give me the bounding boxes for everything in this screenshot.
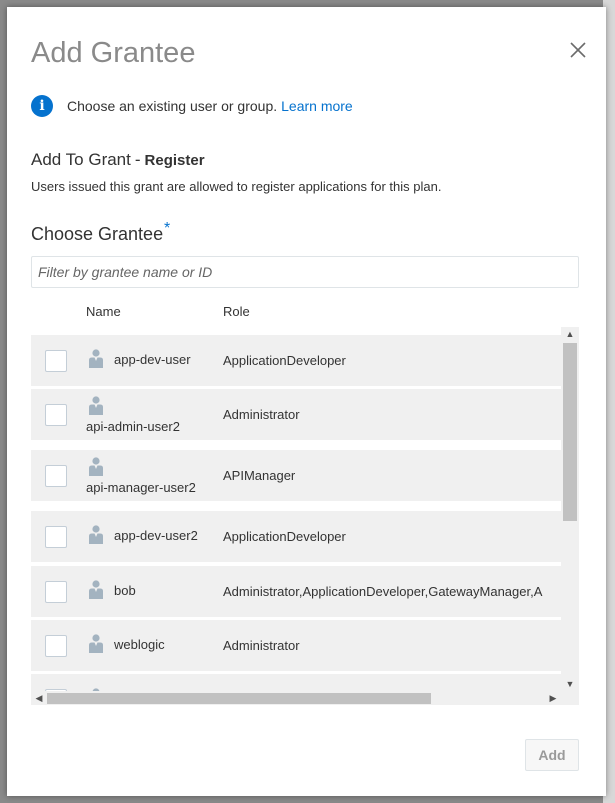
table-row[interactable]: weblogic Administrator: [31, 620, 561, 671]
grant-dash: -: [134, 150, 141, 169]
grantee-role: APIManager: [223, 468, 296, 483]
scroll-down-icon[interactable]: ▼: [561, 677, 579, 691]
user-icon: [88, 396, 104, 415]
user-icon: [88, 634, 104, 653]
close-icon[interactable]: [568, 40, 588, 60]
column-header-name: Name: [86, 304, 121, 319]
grantee-role: ApplicationDeveloper: [223, 353, 346, 368]
filter-input[interactable]: [31, 256, 579, 288]
vertical-scroll-thumb[interactable]: [563, 343, 577, 521]
info-icon: i: [31, 95, 53, 117]
grantee-name: app-dev-user2: [114, 528, 198, 543]
grantee-role: Administrator,ApplicationDeveloper,Gatew…: [223, 584, 543, 599]
vertical-scrollbar[interactable]: ▲ ▼: [561, 327, 579, 691]
grantee-role: ApplicationDeveloper: [223, 529, 346, 544]
row-checkbox[interactable]: [45, 526, 67, 548]
table-row[interactable]: app-dev-user ApplicationDeveloper: [31, 335, 561, 386]
grant-title: Add To Grant - Register: [31, 150, 205, 170]
table-row[interactable]: bob Administrator,ApplicationDeveloper,Ga…: [31, 566, 561, 617]
grantee-name: bob: [114, 583, 136, 598]
grant-description: Users issued this grant are allowed to r…: [31, 179, 442, 194]
user-icon: [88, 349, 104, 368]
horizontal-scrollbar[interactable]: ◀ ▶: [31, 691, 561, 705]
horizontal-scroll-thumb[interactable]: [47, 693, 431, 704]
row-checkbox[interactable]: [45, 635, 67, 657]
grantee-name: weblogic: [114, 637, 165, 652]
scroll-right-icon[interactable]: ▶: [545, 691, 561, 705]
grant-name: Register: [144, 152, 205, 169]
grant-prefix: Add To Grant: [31, 150, 131, 169]
row-checkbox[interactable]: [45, 404, 67, 426]
choose-grantee-label: Choose Grantee: [31, 224, 164, 244]
user-icon: [88, 457, 104, 476]
learn-more-link[interactable]: Learn more: [281, 98, 353, 114]
required-marker: *: [164, 220, 171, 237]
row-checkbox[interactable]: [45, 465, 67, 487]
info-message: i Choose an existing user or group. Lear…: [31, 95, 353, 117]
scrollbar-corner: [561, 691, 579, 705]
table-row[interactable]: api-manager-user2 APIManager: [31, 450, 561, 501]
scroll-left-icon[interactable]: ◀: [31, 691, 47, 705]
grantee-table: app-dev-user ApplicationDeveloper api-admi…: [31, 327, 579, 705]
table-row[interactable]: api-admin-user2 Administrator: [31, 389, 561, 440]
add-grantee-dialog: Add Grantee i Choose an existing user or…: [7, 7, 606, 796]
grantee-name: app-dev-user: [114, 352, 191, 367]
info-text: Choose an existing user or group.: [67, 98, 278, 114]
grantee-name: api-manager-user2: [86, 480, 196, 495]
table-row[interactable]: app-dev-user2 ApplicationDeveloper: [31, 511, 561, 562]
scroll-up-icon[interactable]: ▲: [561, 327, 579, 341]
grantee-role: Administrator: [223, 638, 300, 653]
row-checkbox[interactable]: [45, 350, 67, 372]
user-icon: [88, 580, 104, 599]
user-icon: [88, 525, 104, 544]
dialog-title: Add Grantee: [31, 37, 196, 69]
column-header-role: Role: [223, 304, 250, 319]
grantee-role: Administrator: [223, 407, 300, 422]
row-checkbox[interactable]: [45, 581, 67, 603]
grantee-name: api-admin-user2: [86, 419, 180, 434]
add-button[interactable]: Add: [525, 739, 579, 771]
